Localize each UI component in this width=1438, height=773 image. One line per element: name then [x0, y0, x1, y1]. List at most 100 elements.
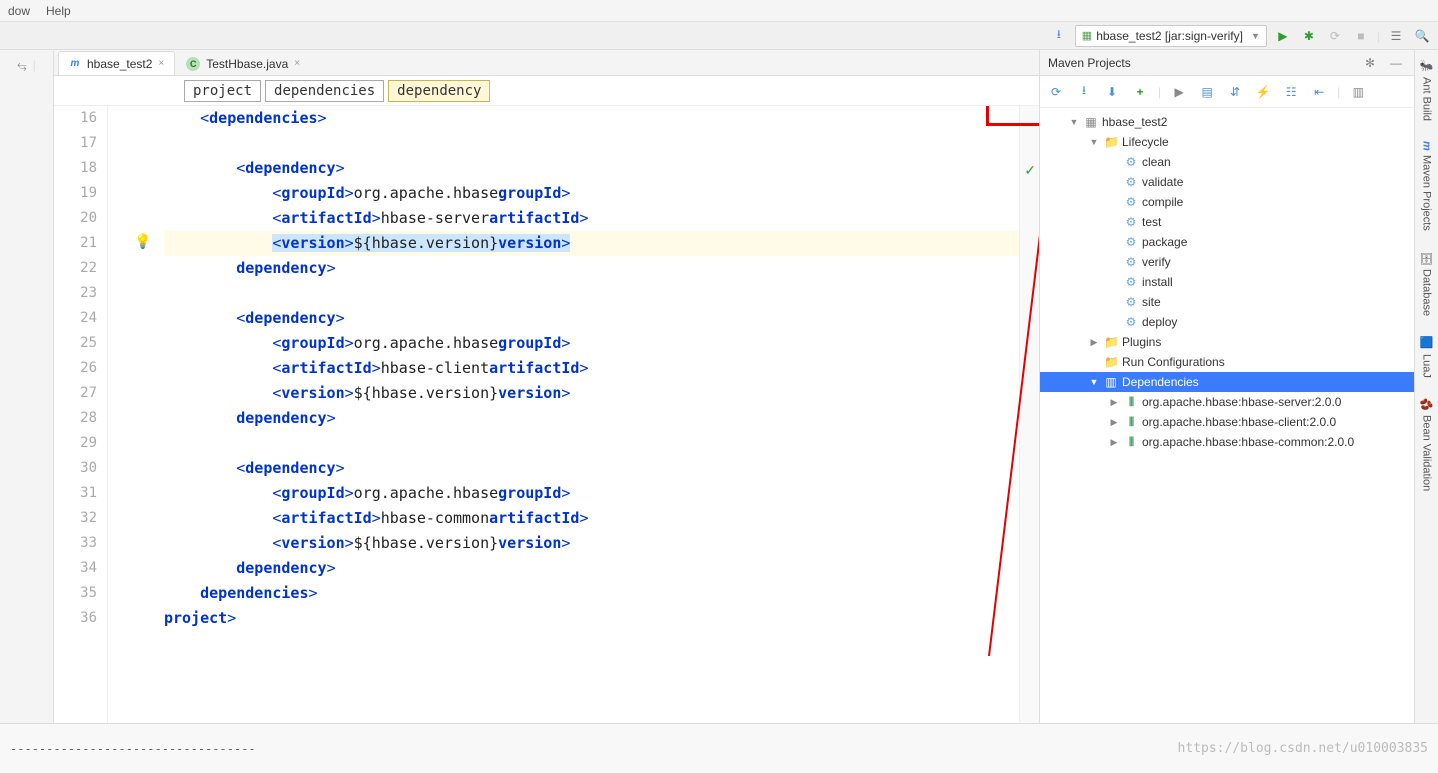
- code-line[interactable]: dependencies>: [164, 581, 1019, 606]
- add-icon[interactable]: +: [1130, 82, 1150, 102]
- line-number: 29: [54, 431, 107, 456]
- code-line[interactable]: <artifactId>hbase-commonartifactId>: [164, 506, 1019, 531]
- run-button[interactable]: ▶: [1273, 26, 1293, 46]
- lifecycle-deploy[interactable]: ⚙deploy: [1040, 312, 1414, 332]
- update-icon[interactable]: ⭳: [1049, 26, 1069, 46]
- code-line[interactable]: [164, 431, 1019, 456]
- download-icon[interactable]: ⬇: [1102, 82, 1122, 102]
- run-maven-icon[interactable]: ▶: [1169, 82, 1189, 102]
- line-number: 35: [54, 581, 107, 606]
- line-number: 34: [54, 556, 107, 581]
- collapse-icon[interactable]: ⇤: [1309, 82, 1329, 102]
- lifecycle-compile[interactable]: ⚙compile: [1040, 192, 1414, 212]
- tab-testhbase-java[interactable]: C TestHbase.java ×: [175, 51, 311, 75]
- code-line[interactable]: <dependency>: [164, 156, 1019, 181]
- lifecycle-site[interactable]: ⚙site: [1040, 292, 1414, 312]
- close-icon[interactable]: ×: [158, 58, 164, 69]
- coverage-button[interactable]: ⟳: [1325, 26, 1345, 46]
- dependency-item[interactable]: ▶⦀org.apache.hbase:hbase-common:2.0.0: [1040, 432, 1414, 452]
- code-line[interactable]: <dependencies>: [164, 106, 1019, 131]
- tree-run-configs[interactable]: 📁Run Configurations: [1040, 352, 1414, 372]
- line-number: 17: [54, 131, 107, 156]
- main-toolbar: ⭳ ▦ hbase_test2 [jar:sign-verify] ▼ ▶ ✱ …: [0, 22, 1438, 50]
- code-line[interactable]: [164, 281, 1019, 306]
- top-menu-bar: dow Help: [0, 0, 1438, 22]
- code-line[interactable]: <groupId>org.apache.hbasegroupId>: [164, 481, 1019, 506]
- crumb-dependency[interactable]: dependency: [388, 80, 490, 102]
- lifecycle-verify[interactable]: ⚙verify: [1040, 252, 1414, 272]
- code-line[interactable]: <groupId>org.apache.hbasegroupId>: [164, 181, 1019, 206]
- panel-hide-icon[interactable]: —: [1386, 53, 1406, 73]
- annotation-highlight-box: [986, 106, 1039, 126]
- code-line[interactable]: <groupId>org.apache.hbasegroupId>: [164, 331, 1019, 356]
- side-tab-database[interactable]: 🗄Database: [1420, 251, 1433, 316]
- search-icon[interactable]: 🔍: [1412, 26, 1432, 46]
- lifecycle-package[interactable]: ⚙package: [1040, 232, 1414, 252]
- menu-window[interactable]: dow: [8, 4, 30, 18]
- side-tab-ant[interactable]: 🐜Ant Build: [1420, 60, 1433, 121]
- toggle-skip-tests-icon[interactable]: ⚡: [1253, 82, 1273, 102]
- console-text: ----------------------------------: [10, 742, 256, 756]
- java-class-icon: C: [186, 57, 200, 71]
- maven-tree[interactable]: ▼▦hbase_test2▼📁Lifecycle⚙clean⚙validate⚙…: [1040, 108, 1414, 723]
- reimport-icon[interactable]: ⟳: [1046, 82, 1066, 102]
- code-line[interactable]: project>: [164, 606, 1019, 631]
- intention-bulb-icon[interactable]: 💡: [134, 233, 151, 250]
- dependency-item[interactable]: ▶⦀org.apache.hbase:hbase-client:2.0.0: [1040, 412, 1414, 432]
- lifecycle-install[interactable]: ⚙install: [1040, 272, 1414, 292]
- crumb-project[interactable]: project: [184, 80, 261, 102]
- code-line[interactable]: <version>${hbase.version}version>: [164, 381, 1019, 406]
- lifecycle-validate[interactable]: ⚙validate: [1040, 172, 1414, 192]
- execute-goal-icon[interactable]: ▤: [1197, 82, 1217, 102]
- stop-button[interactable]: ■: [1351, 26, 1371, 46]
- fold-column: [108, 106, 130, 723]
- side-tab-luaj[interactable]: 🟦LuaJ: [1420, 336, 1433, 377]
- dependency-item[interactable]: ▶⦀org.apache.hbase:hbase-server:2.0.0: [1040, 392, 1414, 412]
- maven-projects-panel: Maven Projects ✻ — ⟳ ⭳ ⬇ + | ▶ ▤ ⇵ ⚡ ☷ ⇤…: [1039, 50, 1414, 723]
- show-deps-icon[interactable]: ☷: [1281, 82, 1301, 102]
- tree-plugins[interactable]: ▶📁Plugins: [1040, 332, 1414, 352]
- code-line[interactable]: dependency>: [164, 406, 1019, 431]
- lifecycle-test[interactable]: ⚙test: [1040, 212, 1414, 232]
- code-line[interactable]: <artifactId>hbase-clientartifactId>: [164, 356, 1019, 381]
- side-tab-maven[interactable]: mMaven Projects: [1421, 141, 1433, 231]
- debug-button[interactable]: ✱: [1299, 26, 1319, 46]
- crumb-dependencies[interactable]: dependencies: [265, 80, 384, 102]
- code-line[interactable]: <version>${hbase.version}version>: [164, 531, 1019, 556]
- panel-settings-icon[interactable]: ✻: [1360, 53, 1380, 73]
- line-number: 16: [54, 106, 107, 131]
- tab-label: TestHbase.java: [206, 57, 288, 71]
- generate-sources-icon[interactable]: ⭳: [1074, 82, 1094, 102]
- line-number: 19: [54, 181, 107, 206]
- breadcrumb-bar: project dependencies dependency: [54, 76, 1039, 106]
- tree-root[interactable]: ▼▦hbase_test2: [1040, 112, 1414, 132]
- run-config-selector[interactable]: ▦ hbase_test2 [jar:sign-verify] ▼: [1075, 25, 1267, 47]
- watermark-text: https://blog.csdn.net/u010003835: [1178, 741, 1428, 756]
- code-line[interactable]: dependency>: [164, 256, 1019, 281]
- tab-label: hbase_test2: [87, 57, 152, 71]
- line-number: 25: [54, 331, 107, 356]
- line-number: 24: [54, 306, 107, 331]
- layout-icon[interactable]: ☰: [1386, 26, 1406, 46]
- line-number: 26: [54, 356, 107, 381]
- tree-dependencies[interactable]: ▼▥Dependencies: [1040, 372, 1414, 392]
- maven-file-icon: m: [69, 58, 81, 70]
- code-line[interactable]: <dependency>: [164, 456, 1019, 481]
- lifecycle-clean[interactable]: ⚙clean: [1040, 152, 1414, 172]
- code-line[interactable]: <version>${hbase.version}version>: [164, 231, 1019, 256]
- code-line[interactable]: [164, 131, 1019, 156]
- close-icon[interactable]: ×: [294, 58, 300, 69]
- menu-help[interactable]: Help: [46, 4, 71, 18]
- dropdown-icon: ▼: [1251, 31, 1260, 41]
- spread-icon[interactable]: ⥃: [17, 58, 27, 73]
- code-editor[interactable]: <dependencies> <dependency> <groupId>org…: [156, 106, 1019, 723]
- maven-settings-icon[interactable]: ▥: [1348, 82, 1368, 102]
- code-line[interactable]: <artifactId>hbase-serverartifactId>: [164, 206, 1019, 231]
- maven-toolbar: ⟳ ⭳ ⬇ + | ▶ ▤ ⇵ ⚡ ☷ ⇤ | ▥: [1040, 76, 1414, 108]
- toggle-offline-icon[interactable]: ⇵: [1225, 82, 1245, 102]
- tab-hbase-test2[interactable]: m hbase_test2 ×: [58, 51, 175, 75]
- code-line[interactable]: <dependency>: [164, 306, 1019, 331]
- code-line[interactable]: dependency>: [164, 556, 1019, 581]
- side-tab-bean[interactable]: 🫘Bean Validation: [1420, 397, 1433, 491]
- tree-lifecycle[interactable]: ▼📁Lifecycle: [1040, 132, 1414, 152]
